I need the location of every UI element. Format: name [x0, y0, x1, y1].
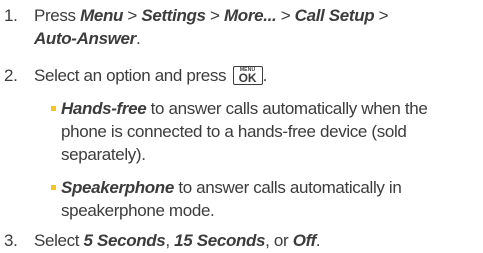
more-term: More...	[223, 6, 277, 25]
key-main-label: OK	[238, 71, 257, 85]
step-2-text: Select an option and press MENU OK.	[34, 66, 267, 85]
separator: >	[205, 6, 224, 25]
speakerphone-term: Speakerphone	[61, 178, 174, 197]
separator: >	[374, 6, 389, 25]
step-1-number: 1.	[4, 6, 18, 25]
hands-free-term: Hands-free	[61, 99, 147, 118]
step-2-number: 2.	[4, 66, 18, 85]
step-1-text: Press Menu > Settings > More... > Call S…	[34, 4, 389, 27]
separator: >	[276, 6, 295, 25]
option-off: Off	[292, 231, 317, 250]
auto-answer-term: Auto-Answer	[34, 29, 136, 48]
option-15-seconds: 15 Seconds	[174, 231, 266, 250]
press-label: Press	[34, 6, 81, 25]
bullet-square-icon	[51, 185, 56, 190]
separator: >	[123, 6, 142, 25]
call-setup-term: Call Setup	[294, 6, 375, 25]
menu-ok-key-icon: MENU OK	[232, 66, 263, 85]
option-5-seconds: 5 Seconds	[83, 231, 166, 250]
step-3-number: 3.	[4, 231, 18, 250]
instruction-list: 1. Press Menu > Settings > More... > Cal…	[4, 4, 428, 250]
menu-term: Menu	[80, 6, 124, 25]
bullet-square-icon	[51, 106, 56, 111]
settings-term: Settings	[141, 6, 206, 25]
step-3-text: Select 5 Seconds, 15 Seconds, or Off.	[34, 231, 321, 250]
